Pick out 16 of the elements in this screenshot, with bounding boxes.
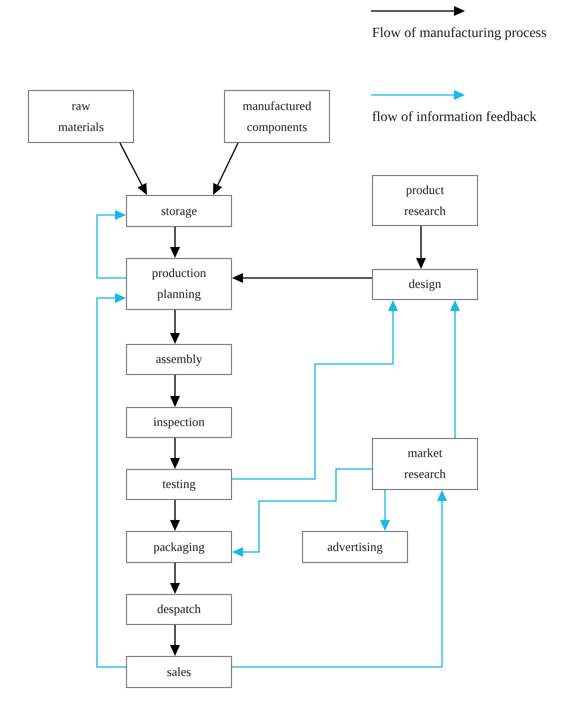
process-step: despatch: [126, 594, 232, 625]
legend-label: flow of information feedback: [372, 109, 538, 127]
process-step: product research: [372, 175, 478, 226]
process-step: raw materials: [28, 90, 134, 143]
process-step: market research: [372, 438, 478, 490]
process-step: design: [372, 269, 478, 300]
process-step: manufactured components: [224, 90, 330, 143]
process-step: production planning: [126, 258, 232, 310]
process-step: advertising: [302, 531, 408, 563]
process-step: assembly: [126, 344, 232, 375]
legend-label: Flow of manufacturing process: [372, 25, 548, 43]
process-step: packaging: [126, 531, 232, 563]
process-step: inspection: [126, 407, 232, 438]
process-step: sales: [126, 656, 232, 688]
process-step: storage: [126, 195, 232, 227]
process-step: testing: [126, 469, 232, 500]
